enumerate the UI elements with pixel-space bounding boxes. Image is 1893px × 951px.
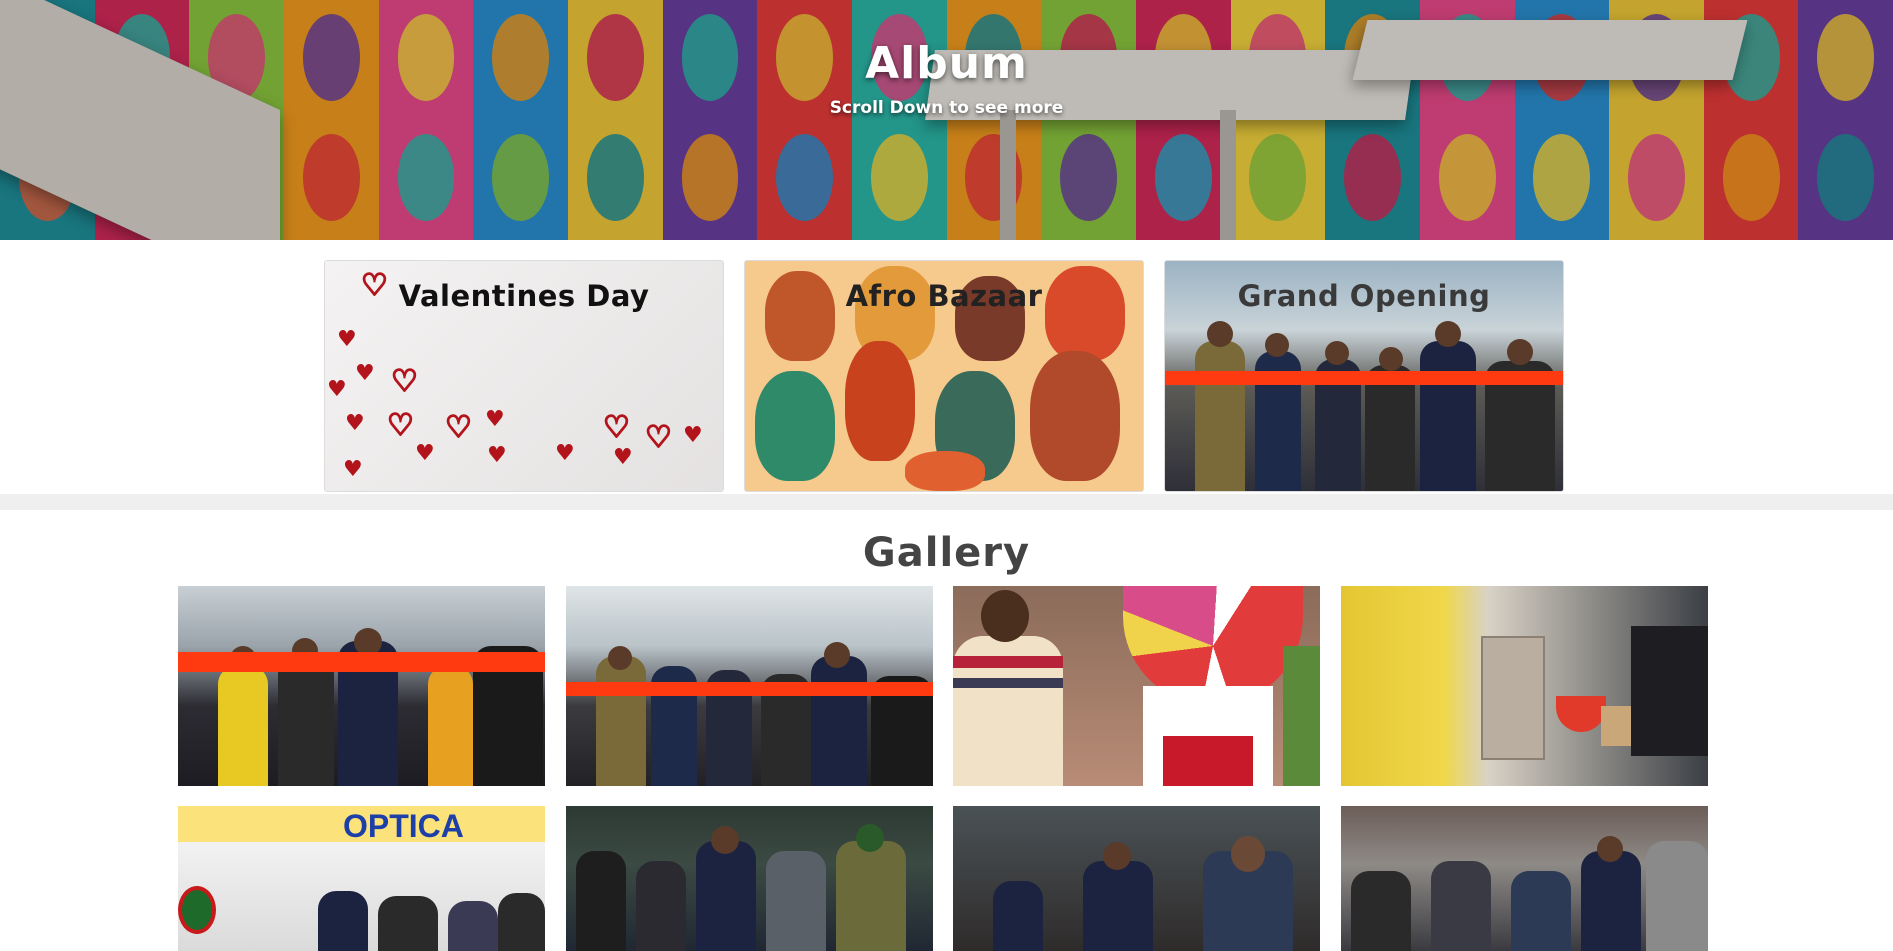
heart-icon: ♡: [390, 364, 419, 399]
heart-icon: ♥: [327, 377, 347, 402]
heart-icon: ♥: [355, 361, 375, 386]
gallery-title: Gallery: [862, 530, 1031, 576]
optica-sign: OPTICA: [343, 808, 464, 844]
heart-icon: ♥: [345, 411, 365, 436]
album-title: Grand Opening: [1237, 279, 1491, 313]
hero-banner: Album Scroll Down to see more: [0, 0, 1893, 240]
ribbon: [566, 682, 933, 696]
album-card-valentines-day[interactable]: ♡ ♥ ♥ ♡ ♥ ♥ ♡ ♡ ♥ ♥ ♥ ♥ ♥ ♡ ♥ ♡ ♥ Valent…: [324, 260, 724, 492]
heart-icon: ♡: [602, 410, 631, 445]
page-title: Album: [865, 38, 1028, 89]
ribbon: [178, 652, 545, 672]
heart-icon: ♥: [487, 443, 507, 468]
heart-icon: ♡: [444, 410, 473, 445]
page-subtitle: Scroll Down to see more: [829, 98, 1064, 118]
gallery-photo-ribbon-cutting-2[interactable]: [566, 586, 933, 786]
heart-icon: ♡: [386, 408, 415, 443]
heart-icon: ♥: [343, 457, 363, 482]
album-card-afro-bazaar[interactable]: Afro Bazaar: [744, 260, 1144, 492]
gallery-photo-tour-group[interactable]: [566, 806, 933, 951]
ribbon: [1165, 371, 1563, 385]
gallery-photo-ribbon-cutting-1[interactable]: [178, 586, 545, 786]
gallery-photo-perfume-display[interactable]: [1341, 586, 1708, 786]
album-card-grand-opening[interactable]: Grand Opening: [1164, 260, 1564, 492]
gallery-photo-restaurant-visit[interactable]: [953, 806, 1320, 951]
gallery-photo-christmas-walkthrough[interactable]: [1341, 806, 1708, 951]
album-title: Afro Bazaar: [845, 279, 1043, 313]
heart-icon: ♥: [337, 327, 357, 352]
heart-icon: ♡: [644, 420, 673, 455]
heart-icon: ♥: [683, 423, 703, 448]
heart-icon: ♥: [485, 407, 505, 432]
heart-icon: ♥: [415, 441, 435, 466]
heart-icon: ♥: [555, 441, 575, 466]
section-divider: [0, 494, 1893, 510]
gallery-photo-spin-wheel-stand[interactable]: [953, 586, 1320, 786]
heart-icon: ♥: [613, 445, 633, 470]
gallery-photo-optica-store[interactable]: OPTICA: [178, 806, 545, 951]
album-title: Valentines Day: [398, 279, 650, 313]
album-list: ♡ ♥ ♥ ♡ ♥ ♥ ♡ ♡ ♥ ♥ ♥ ♥ ♥ ♡ ♥ ♡ ♥ Valent…: [0, 240, 1893, 494]
